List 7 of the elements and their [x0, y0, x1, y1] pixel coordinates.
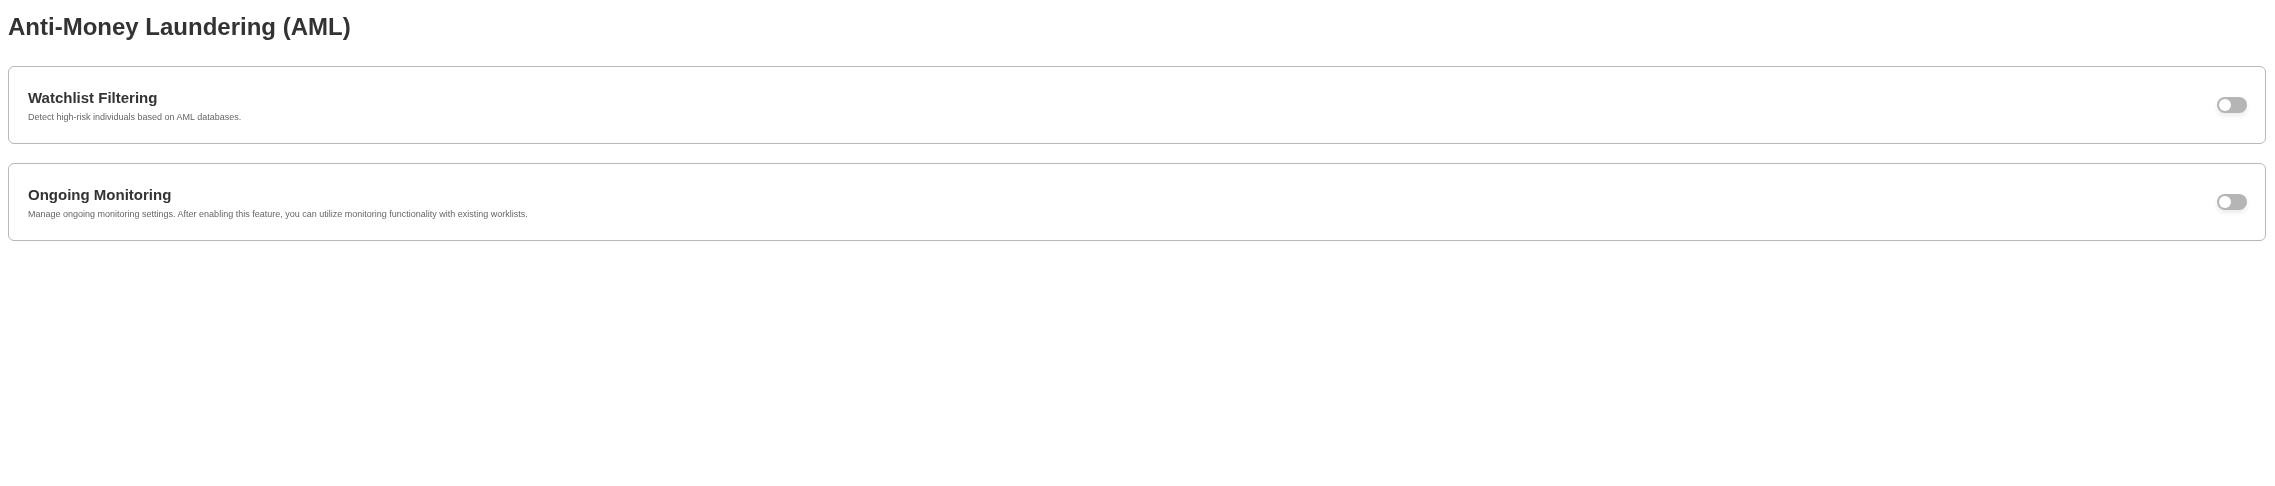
- setting-title: Ongoing Monitoring: [28, 185, 173, 203]
- setting-description: Detect high-risk individuals based on AML databases.: [28, 111, 242, 122]
- toggle-switch[interactable]: [2217, 194, 2247, 210]
- setting-description: Manage ongoing monitoring settings. After enabling this feature, you can utilize monitoring functionality with existing worklists.: [28, 208, 528, 219]
- toggle-switch[interactable]: [2217, 97, 2247, 113]
- setting-title: Watchlist Filtering: [28, 88, 159, 106]
- page-title: Anti-Money Laundering (AML): [8, 12, 352, 42]
